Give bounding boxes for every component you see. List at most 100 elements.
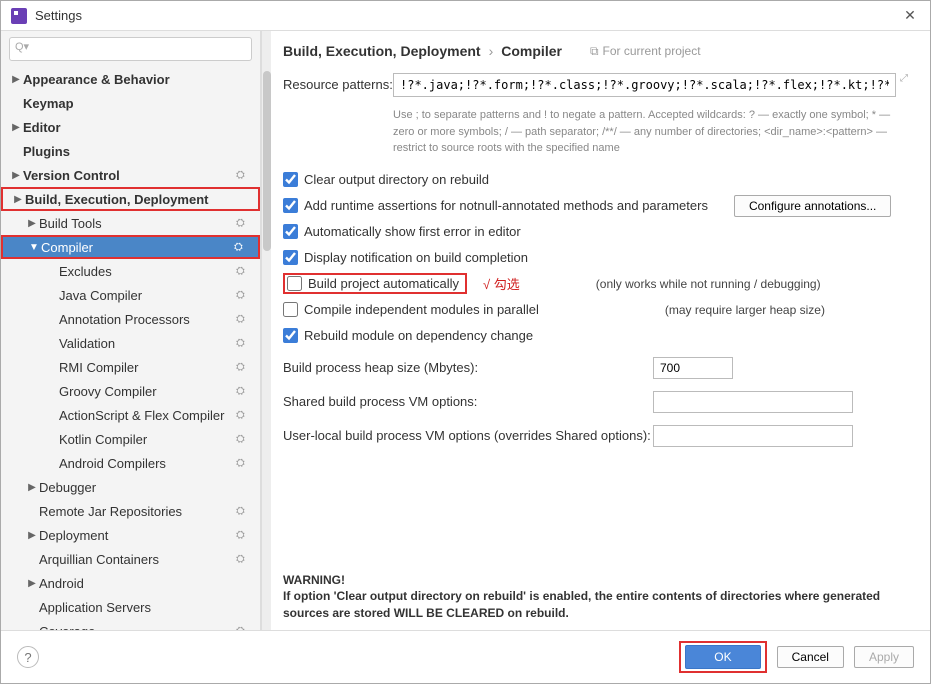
tree-item-annotation-processors[interactable]: Annotation Processors⛭ [1,307,260,331]
gear-icon: ⛭ [236,313,254,326]
arrow-icon: ▶ [9,122,23,133]
configure-annotations-button[interactable]: Configure annotations... [734,195,891,217]
ok-redbox: OK [679,641,766,673]
arrow-icon: ▶ [9,170,23,181]
firsterror-label[interactable]: Automatically show first error in editor [304,224,521,239]
shared-vm-input[interactable] [653,391,853,413]
arrow-icon: ▶ [9,74,23,85]
arrow-icon: ▶ [25,578,39,589]
gear-icon: ⛭ [236,385,254,398]
cancel-button[interactable]: Cancel [777,646,844,668]
tree-item-label: ActionScript & Flex Compiler [59,408,236,423]
notify-label[interactable]: Display notification on build completion [304,250,528,265]
window-title: Settings [35,8,900,23]
parallel-checkbox[interactable] [283,302,298,317]
tree-item-remote-jar-repositories[interactable]: Remote Jar Repositories⛭ [1,499,260,523]
tree-item-label: Java Compiler [59,288,236,303]
tree-item-rmi-compiler[interactable]: RMI Compiler⛭ [1,355,260,379]
heap-row: Build process heap size (Mbytes): [283,353,912,383]
tree-item-java-compiler[interactable]: Java Compiler⛭ [1,283,260,307]
parallel-label[interactable]: Compile independent modules in parallel [304,302,539,317]
resource-patterns-input[interactable] [393,73,896,97]
tree-item-android-compilers[interactable]: Android Compilers⛭ [1,451,260,475]
tree-item-appearance-behavior[interactable]: ▶Appearance & Behavior [1,67,260,91]
close-icon[interactable]: ✕ [900,7,920,24]
titlebar: Settings ✕ [1,1,930,31]
tree-item-build-execution-deployment[interactable]: ▶Build, Execution, Deployment [1,187,260,211]
tree-item-actionscript-flex-compiler[interactable]: ActionScript & Flex Compiler⛭ [1,403,260,427]
scrollbar-thumb[interactable] [263,71,271,251]
breadcrumb-current: Compiler [501,43,562,59]
ok-button[interactable]: OK [685,645,760,669]
tree-item-label: Appearance & Behavior [23,72,236,87]
tree-item-keymap[interactable]: Keymap [1,91,260,115]
check-parallel: Compile independent modules in parallel … [283,297,912,323]
search-input[interactable] [9,37,252,61]
tree-item-deployment[interactable]: ▶Deployment⛭ [1,523,260,547]
gear-icon: ⛭ [236,529,254,542]
check-auto: Build project automatically √ 勾选 (only w… [283,271,912,297]
gear-icon: ⛭ [236,553,254,566]
tree-item-debugger[interactable]: ▶Debugger [1,475,260,499]
patterns-label: Resource patterns: [283,73,393,92]
rebuild-checkbox[interactable] [283,328,298,343]
rebuild-label[interactable]: Rebuild module on dependency change [304,328,533,343]
tree-item-version-control[interactable]: ▶Version Control⛭ [1,163,260,187]
tree-item-label: Annotation Processors [59,312,236,327]
gear-icon: ⛭ [236,169,254,182]
auto-label[interactable]: Build project automatically [308,276,459,291]
tree-item-arquillian-containers[interactable]: Arquillian Containers⛭ [1,547,260,571]
notify-checkbox[interactable] [283,250,298,265]
firsterror-checkbox[interactable] [283,224,298,239]
tree-item-build-tools[interactable]: ▶Build Tools⛭ [1,211,260,235]
gear-icon: ⛭ [236,505,254,518]
tree-item-label: Coverage [39,624,236,631]
tree-item-label: Build Tools [39,216,236,231]
check-notify: Display notification on build completion [283,245,912,271]
tree-item-label: Android [39,576,236,591]
gear-icon: ⛭ [236,625,254,631]
user-vm-label: User-local build process VM options (ove… [283,428,653,443]
heap-label: Build process heap size (Mbytes): [283,360,653,375]
clear-checkbox[interactable] [283,172,298,187]
tree-item-editor[interactable]: ▶Editor [1,115,260,139]
assertions-label[interactable]: Add runtime assertions for notnull-annot… [304,198,708,213]
check-clear: Clear output directory on rebuild [283,167,912,193]
tree-item-label: RMI Compiler [59,360,236,375]
clear-label[interactable]: Clear output directory on rebuild [304,172,489,187]
tree-item-validation[interactable]: Validation⛭ [1,331,260,355]
expand-icon[interactable]: ⤢ [896,73,912,84]
tree-item-compiler[interactable]: ▼Compiler⛭ [1,235,260,259]
tree-item-label: Debugger [39,480,236,495]
tree-item-label: Android Compilers [59,456,236,471]
sidebar-scrollbar[interactable] [261,31,271,630]
auto-checkbox[interactable] [287,276,302,291]
assertions-checkbox[interactable] [283,198,298,213]
breadcrumb-sep: › [489,43,494,59]
tree-item-android[interactable]: ▶Android [1,571,260,595]
tree-item-label: Plugins [23,144,236,159]
help-button[interactable]: ? [17,646,39,668]
main-panel: Build, Execution, Deployment › Compiler … [271,31,930,630]
search-wrap: Q▾ [1,31,260,67]
arrow-icon: ▶ [25,218,39,229]
tree-item-groovy-compiler[interactable]: Groovy Compiler⛭ [1,379,260,403]
patterns-row: Resource patterns: ⤢ [283,73,912,97]
warning-title: WARNING! [283,572,912,589]
check-assertions: Add runtime assertions for notnull-annot… [283,193,912,219]
settings-tree[interactable]: ▶Appearance & BehaviorKeymap▶EditorPlugi… [1,67,260,630]
heap-input[interactable] [653,357,733,379]
gear-icon: ⛭ [236,457,254,470]
tree-item-application-servers[interactable]: Application Servers [1,595,260,619]
tree-item-label: Arquillian Containers [39,552,236,567]
sidebar: Q▾ ▶Appearance & BehaviorKeymap▶EditorPl… [1,31,261,630]
gear-icon: ⛭ [236,217,254,230]
user-vm-input[interactable] [653,425,853,447]
gear-icon: ⛭ [236,409,254,422]
tree-item-excludes[interactable]: Excludes⛭ [1,259,260,283]
project-scope-hint: ⧉ For current project [590,44,701,59]
tree-item-kotlin-compiler[interactable]: Kotlin Compiler⛭ [1,427,260,451]
tree-item-plugins[interactable]: Plugins [1,139,260,163]
apply-button[interactable]: Apply [854,646,914,668]
tree-item-coverage[interactable]: Coverage⛭ [1,619,260,630]
